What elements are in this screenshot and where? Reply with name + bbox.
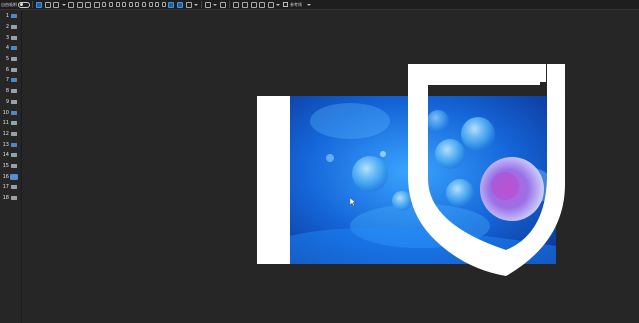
slide-thumbnail[interactable]	[11, 99, 17, 104]
send-back-icon[interactable]	[185, 1, 192, 8]
slide-item[interactable]: 18	[0, 193, 21, 204]
distribute-h-icon[interactable]	[142, 2, 147, 7]
top-toolbar: 自由吸附 参考线	[0, 0, 639, 10]
effects-icon[interactable]	[250, 1, 257, 8]
slide-item[interactable]: 15	[0, 161, 21, 172]
slide-item[interactable]: 4	[0, 43, 21, 54]
slide-thumbnail[interactable]	[11, 35, 17, 40]
slide-item[interactable]: 12	[0, 129, 21, 140]
slide-number: 9	[5, 98, 9, 105]
copy-icon[interactable]	[68, 1, 75, 8]
mouse-cursor-icon	[350, 198, 356, 206]
slide-item[interactable]: 8	[0, 86, 21, 97]
group-icon[interactable]	[93, 1, 100, 8]
snap-toggle[interactable]	[18, 1, 30, 8]
chevron-down-icon[interactable]	[307, 3, 312, 6]
slide-number: 12	[2, 130, 9, 137]
chart-icon[interactable]	[267, 1, 274, 8]
slide-item[interactable]: 16	[0, 171, 21, 182]
slide-number: 10	[2, 109, 9, 116]
slide-thumbnail[interactable]	[11, 89, 17, 94]
align-bottom-icon[interactable]	[135, 2, 140, 7]
slide-number: 5	[5, 56, 9, 63]
bring-front-icon[interactable]	[176, 1, 183, 8]
paste-icon[interactable]	[76, 1, 83, 8]
shape-icon[interactable]	[241, 1, 248, 8]
slide-item[interactable]: 10	[0, 107, 21, 118]
slide-number: 11	[2, 120, 9, 127]
toolbar-divider	[229, 1, 231, 8]
layer-icon[interactable]	[85, 1, 92, 8]
slide-item[interactable]: 2	[0, 22, 21, 33]
slide-number: 7	[5, 77, 9, 84]
chevron-down-icon[interactable]	[193, 3, 198, 6]
align-top-icon[interactable]	[122, 2, 127, 7]
slide-thumbnail[interactable]	[11, 14, 17, 19]
chevron-down-icon[interactable]	[213, 3, 218, 6]
slide-item[interactable]: 3	[0, 32, 21, 43]
slide-thumbnail[interactable]	[11, 46, 17, 51]
align-right-icon[interactable]	[115, 2, 120, 7]
align-left-icon[interactable]	[102, 2, 107, 7]
slide-item[interactable]: 6	[0, 64, 21, 75]
slide-thumbnail[interactable]	[11, 196, 17, 201]
slide-item[interactable]: 13	[0, 139, 21, 150]
slide-thumbnail[interactable]	[11, 25, 17, 30]
frame-icon[interactable]	[36, 1, 43, 8]
slide-item[interactable]: 17	[0, 182, 21, 193]
slide-number: 16	[2, 173, 9, 180]
slide-number: 6	[5, 66, 9, 73]
slide-number: 18	[2, 195, 9, 202]
align-middle-icon[interactable]	[128, 2, 133, 7]
snap-label: 自由吸附	[1, 1, 17, 7]
select-icon[interactable]	[44, 1, 51, 8]
slide-item[interactable]: 1	[0, 11, 21, 22]
guides-label: 参考线	[290, 1, 303, 7]
chevron-down-icon[interactable]	[61, 3, 66, 6]
crop-icon[interactable]	[53, 1, 60, 8]
slide-item[interactable]: 9	[0, 97, 21, 108]
slide-thumbnail[interactable]	[11, 67, 17, 72]
slide-thumbnail[interactable]	[10, 173, 18, 180]
slide-thumbnail[interactable]	[11, 163, 17, 168]
slide-number: 8	[5, 88, 9, 95]
slide-thumbnail[interactable]	[11, 185, 17, 190]
guides-checkbox[interactable]	[283, 2, 289, 7]
slide-item[interactable]: 7	[0, 75, 21, 86]
distribute-v-icon[interactable]	[148, 2, 153, 7]
slide-thumbnail[interactable]	[11, 131, 17, 136]
slide-number: 14	[2, 152, 9, 159]
lock-icon[interactable]	[205, 1, 212, 8]
toolbar-divider	[200, 1, 202, 8]
slide-thumbnail[interactable]	[11, 121, 17, 126]
align-center-icon[interactable]	[109, 2, 114, 7]
flip-v-icon[interactable]	[161, 2, 166, 7]
slide-list: 1 2 3 4 5 6 7 8 9 10 11 12 13 14 15 16 17 18	[0, 11, 22, 323]
toolbar-divider	[32, 1, 33, 8]
slide-item[interactable]: 5	[0, 54, 21, 65]
slide-thumbnail[interactable]	[11, 57, 17, 62]
slide-item[interactable]: 14	[0, 150, 21, 161]
mask-icon[interactable]	[219, 1, 226, 8]
text-icon[interactable]	[233, 1, 240, 8]
slide-thumbnail[interactable]	[11, 153, 17, 158]
slide-thumbnail[interactable]	[11, 110, 17, 115]
slide-thumbnail[interactable]	[11, 142, 17, 147]
shield-outline-icon[interactable]	[405, 64, 565, 276]
slide-number: 13	[2, 141, 9, 148]
rotate-icon[interactable]	[168, 1, 175, 8]
slide-thumbnail[interactable]	[11, 78, 17, 83]
slide-number: 17	[2, 184, 9, 191]
slide-number: 4	[5, 45, 9, 52]
flip-h-icon[interactable]	[155, 2, 160, 7]
chevron-down-icon[interactable]	[276, 3, 281, 6]
slide-number: 15	[2, 162, 9, 169]
link-icon[interactable]	[259, 1, 266, 8]
slide-item[interactable]: 11	[0, 118, 21, 129]
slide-number: 1	[5, 13, 9, 20]
slide-number: 2	[5, 24, 9, 31]
slide-number: 3	[5, 34, 9, 41]
